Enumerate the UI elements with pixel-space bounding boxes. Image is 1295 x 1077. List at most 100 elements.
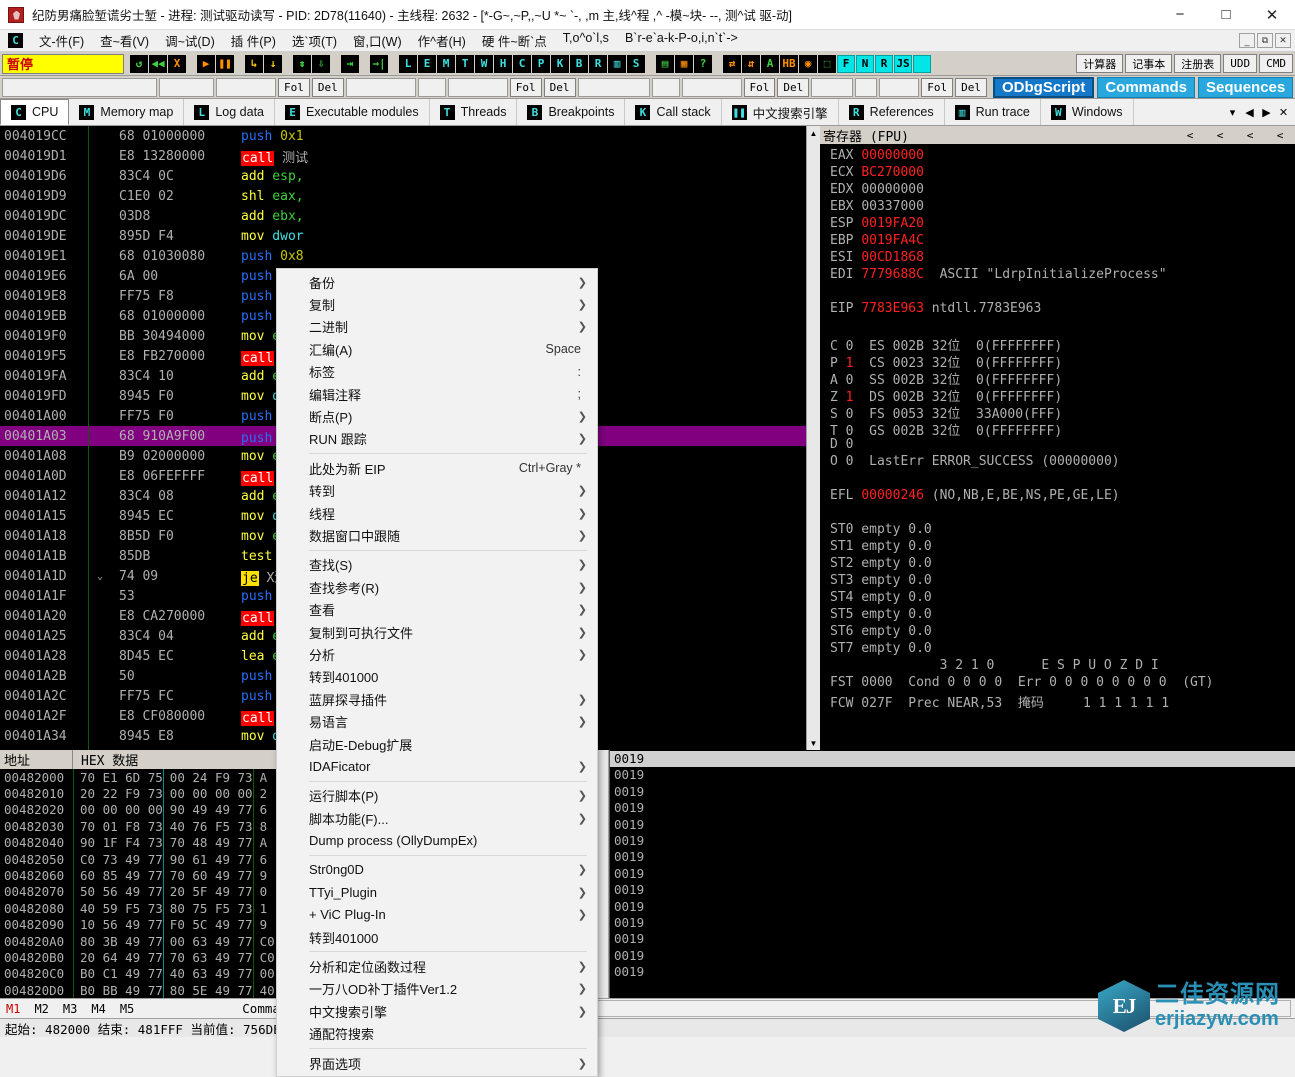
reg-chevron-3[interactable]: < xyxy=(1235,129,1265,142)
fol-field-4[interactable] xyxy=(345,77,416,97)
fpu-row[interactable]: ST4 empty 0.0 xyxy=(820,590,1295,607)
register-row[interactable]: ESI 00CD1868 xyxy=(820,250,1295,267)
context-menu-item[interactable]: 通配符搜索 xyxy=(277,1023,597,1045)
registers-pane[interactable]: 寄存器 (FPU) < < < < EAX 00000000 ECX BC2700… xyxy=(820,126,1295,750)
context-menu-item[interactable]: 脚本功能(F)... ❯ xyxy=(277,807,597,829)
menu-item-0[interactable]: 文-件(F) xyxy=(31,29,92,52)
fol-field-8[interactable] xyxy=(651,77,680,97)
log-window-icon[interactable]: L xyxy=(399,54,417,73)
stack-row[interactable]: 0019 xyxy=(610,800,1295,816)
run-icon[interactable]: ▶ xyxy=(197,54,215,73)
context-menu-item[interactable]: 一万八OD补丁插件Ver1.2 ❯ xyxy=(277,978,597,1000)
f-plugin-icon[interactable]: F xyxy=(837,54,855,73)
context-menu-item[interactable]: Dump process (OllyDumpEx) xyxy=(277,829,597,851)
flag-row[interactable]: C 0 ES 002B 32位 0(FFFFFFFF) xyxy=(820,335,1295,354)
scroll-down-icon[interactable]: ▼ xyxy=(807,736,820,750)
register-row[interactable]: ECX BC270000 xyxy=(820,165,1295,182)
flag-row[interactable]: O 0 LastErr ERROR_SUCCESS (00000000) xyxy=(820,454,1295,471)
execute-till-return-icon[interactable]: ⇥ xyxy=(341,54,359,73)
stack-row[interactable]: 0019 xyxy=(610,899,1295,915)
tab-dropdown-icon[interactable]: ▾ xyxy=(1225,103,1240,121)
context-menu-item[interactable]: IDAFicator ❯ xyxy=(277,755,597,777)
fpu-row[interactable]: ST1 empty 0.0 xyxy=(820,539,1295,556)
del-button-3[interactable]: Del xyxy=(777,77,810,97)
register-row[interactable]: ESP 0019FA20 xyxy=(820,216,1295,233)
run-trace-icon[interactable]: ▥ xyxy=(608,54,626,73)
disasm-row[interactable]: 004019CC 68 01000000 push 0x1 xyxy=(0,126,820,146)
fol-field-10[interactable] xyxy=(811,77,854,97)
stack-row[interactable]: 0019 xyxy=(610,915,1295,931)
context-menu-item[interactable]: Str0ng0D ❯ xyxy=(277,859,597,881)
bookmark-button-m5[interactable]: M5 xyxy=(114,1002,142,1016)
trace-into-icon[interactable]: ⇟ xyxy=(293,54,311,73)
toolbar-button-2[interactable]: 注册表 xyxy=(1174,54,1222,73)
grid-icon[interactable]: ▦ xyxy=(675,54,693,73)
flag-row[interactable]: T 0 GS 002B 32位 0(FFFFFFFF) xyxy=(820,420,1295,439)
analyze-icon[interactable]: A xyxy=(761,54,779,73)
bookmark-button-m2[interactable]: M2 xyxy=(28,1002,56,1016)
flag-row[interactable]: A 0 SS 002B 32位 0(FFFFFFFF) xyxy=(820,369,1295,388)
threads-icon[interactable]: T xyxy=(456,54,474,73)
close-button[interactable]: ✕ xyxy=(1249,0,1295,30)
stack-row[interactable]: 0019 xyxy=(610,948,1295,964)
blank-plugin-icon[interactable] xyxy=(913,54,931,73)
stack-row[interactable]: 0019 xyxy=(610,833,1295,849)
context-menu-item[interactable]: 备份 ❯ xyxy=(277,271,597,293)
tab-run-trace[interactable]: ▥ Run trace xyxy=(945,99,1041,125)
bookmark-button-m4[interactable]: M4 xyxy=(85,1002,113,1016)
swap-icon[interactable]: ⇄ xyxy=(723,54,741,73)
del-button-4[interactable]: Del xyxy=(955,77,987,97)
updown-icon[interactable]: ⇵ xyxy=(742,54,760,73)
flag-row[interactable]: S 0 FS 0053 32位 33A000(FFF) xyxy=(820,403,1295,422)
tab-call-stack[interactable]: K Call stack xyxy=(625,99,722,125)
toolbar-button-0[interactable]: 计算器 xyxy=(1076,54,1124,73)
minimize-button[interactable]: − xyxy=(1157,0,1203,30)
menu-item-4[interactable]: 选`项(T) xyxy=(284,29,345,52)
disasm-row[interactable]: 004019DC 03D8 add ebx, xyxy=(0,206,820,226)
fol-button-1[interactable]: Fol xyxy=(278,77,310,97)
del-button-1[interactable]: Del xyxy=(311,77,344,97)
options-list-icon[interactable]: ▤ xyxy=(656,54,674,73)
call-stack-icon[interactable]: K xyxy=(551,54,569,73)
fol-button-4[interactable]: Fol xyxy=(921,77,954,97)
stack-row[interactable]: 0019 xyxy=(610,817,1295,833)
stack-row[interactable]: 0019 xyxy=(610,751,1295,768)
fpu-row[interactable]: ST0 empty 0.0 xyxy=(820,522,1295,539)
tab-cpu[interactable]: C CPU xyxy=(0,99,70,125)
bookmark-button-m1[interactable]: M1 xyxy=(0,1002,28,1016)
disasm-row[interactable]: 004019E1 68 01030080 push 0x8 xyxy=(0,246,820,266)
context-menu-item[interactable]: 查找(S) ❯ xyxy=(277,554,597,576)
fol-field-11[interactable] xyxy=(855,77,878,97)
context-menu-item[interactable]: 断点(P) ❯ xyxy=(277,405,597,427)
source-icon[interactable]: S xyxy=(627,54,645,73)
context-menu-item[interactable]: 标签: xyxy=(277,361,597,383)
disassembly-scrollbar[interactable]: ▲ ▼ xyxy=(806,126,820,750)
rewind-icon[interactable]: ◀◀ xyxy=(149,54,167,73)
disasm-row[interactable]: 004019D6 83C4 0C add esp, xyxy=(0,166,820,186)
script-tab-0[interactable]: ODbgScript xyxy=(993,76,1095,98)
context-menu-item[interactable]: 查看 ❯ xyxy=(277,598,597,620)
breakpoints-icon[interactable]: B xyxy=(570,54,588,73)
stack-row[interactable]: 0019 xyxy=(610,931,1295,947)
menu-item-9[interactable]: B`r-e`a-k-P-o,i,n`t`-> xyxy=(617,29,746,52)
context-menu-item[interactable]: 线程 ❯ xyxy=(277,502,597,524)
disasm-row[interactable]: 004019D1 E8 13280000 call 测试 xyxy=(0,146,820,166)
tab-prev-icon[interactable]: ◀ xyxy=(1242,103,1257,121)
reg-chevron-4[interactable]: < xyxy=(1265,129,1295,142)
mdi-close-button[interactable]: ✕ xyxy=(1275,33,1291,48)
context-menu-item[interactable]: 复制 ❯ xyxy=(277,293,597,315)
stack-row[interactable]: 0019 xyxy=(610,964,1295,980)
register-row[interactable]: EDX 00000000 xyxy=(820,182,1295,199)
context-menu-item[interactable]: 转到401000 xyxy=(277,926,597,948)
step-over-icon[interactable]: ↓ xyxy=(264,54,282,73)
menu-item-1[interactable]: 查~看(V) xyxy=(92,29,157,52)
context-menu-item[interactable]: 启动E-Debug扩展 xyxy=(277,733,597,755)
fol-field-12[interactable] xyxy=(879,77,920,97)
help-icon[interactable]: ? xyxy=(694,54,712,73)
reg-chevron-1[interactable]: < xyxy=(1175,129,1205,142)
context-menu-item[interactable]: 转到 ❯ xyxy=(277,480,597,502)
stack-pane[interactable]: 0019 0019 0019 0019 0019 0019 0019 0019 0019 0019… xyxy=(609,750,1295,998)
cpu-icon[interactable]: C xyxy=(513,54,531,73)
context-menu-item[interactable]: 运行脚本(P) ❯ xyxy=(277,785,597,807)
handles-icon[interactable]: H xyxy=(494,54,512,73)
